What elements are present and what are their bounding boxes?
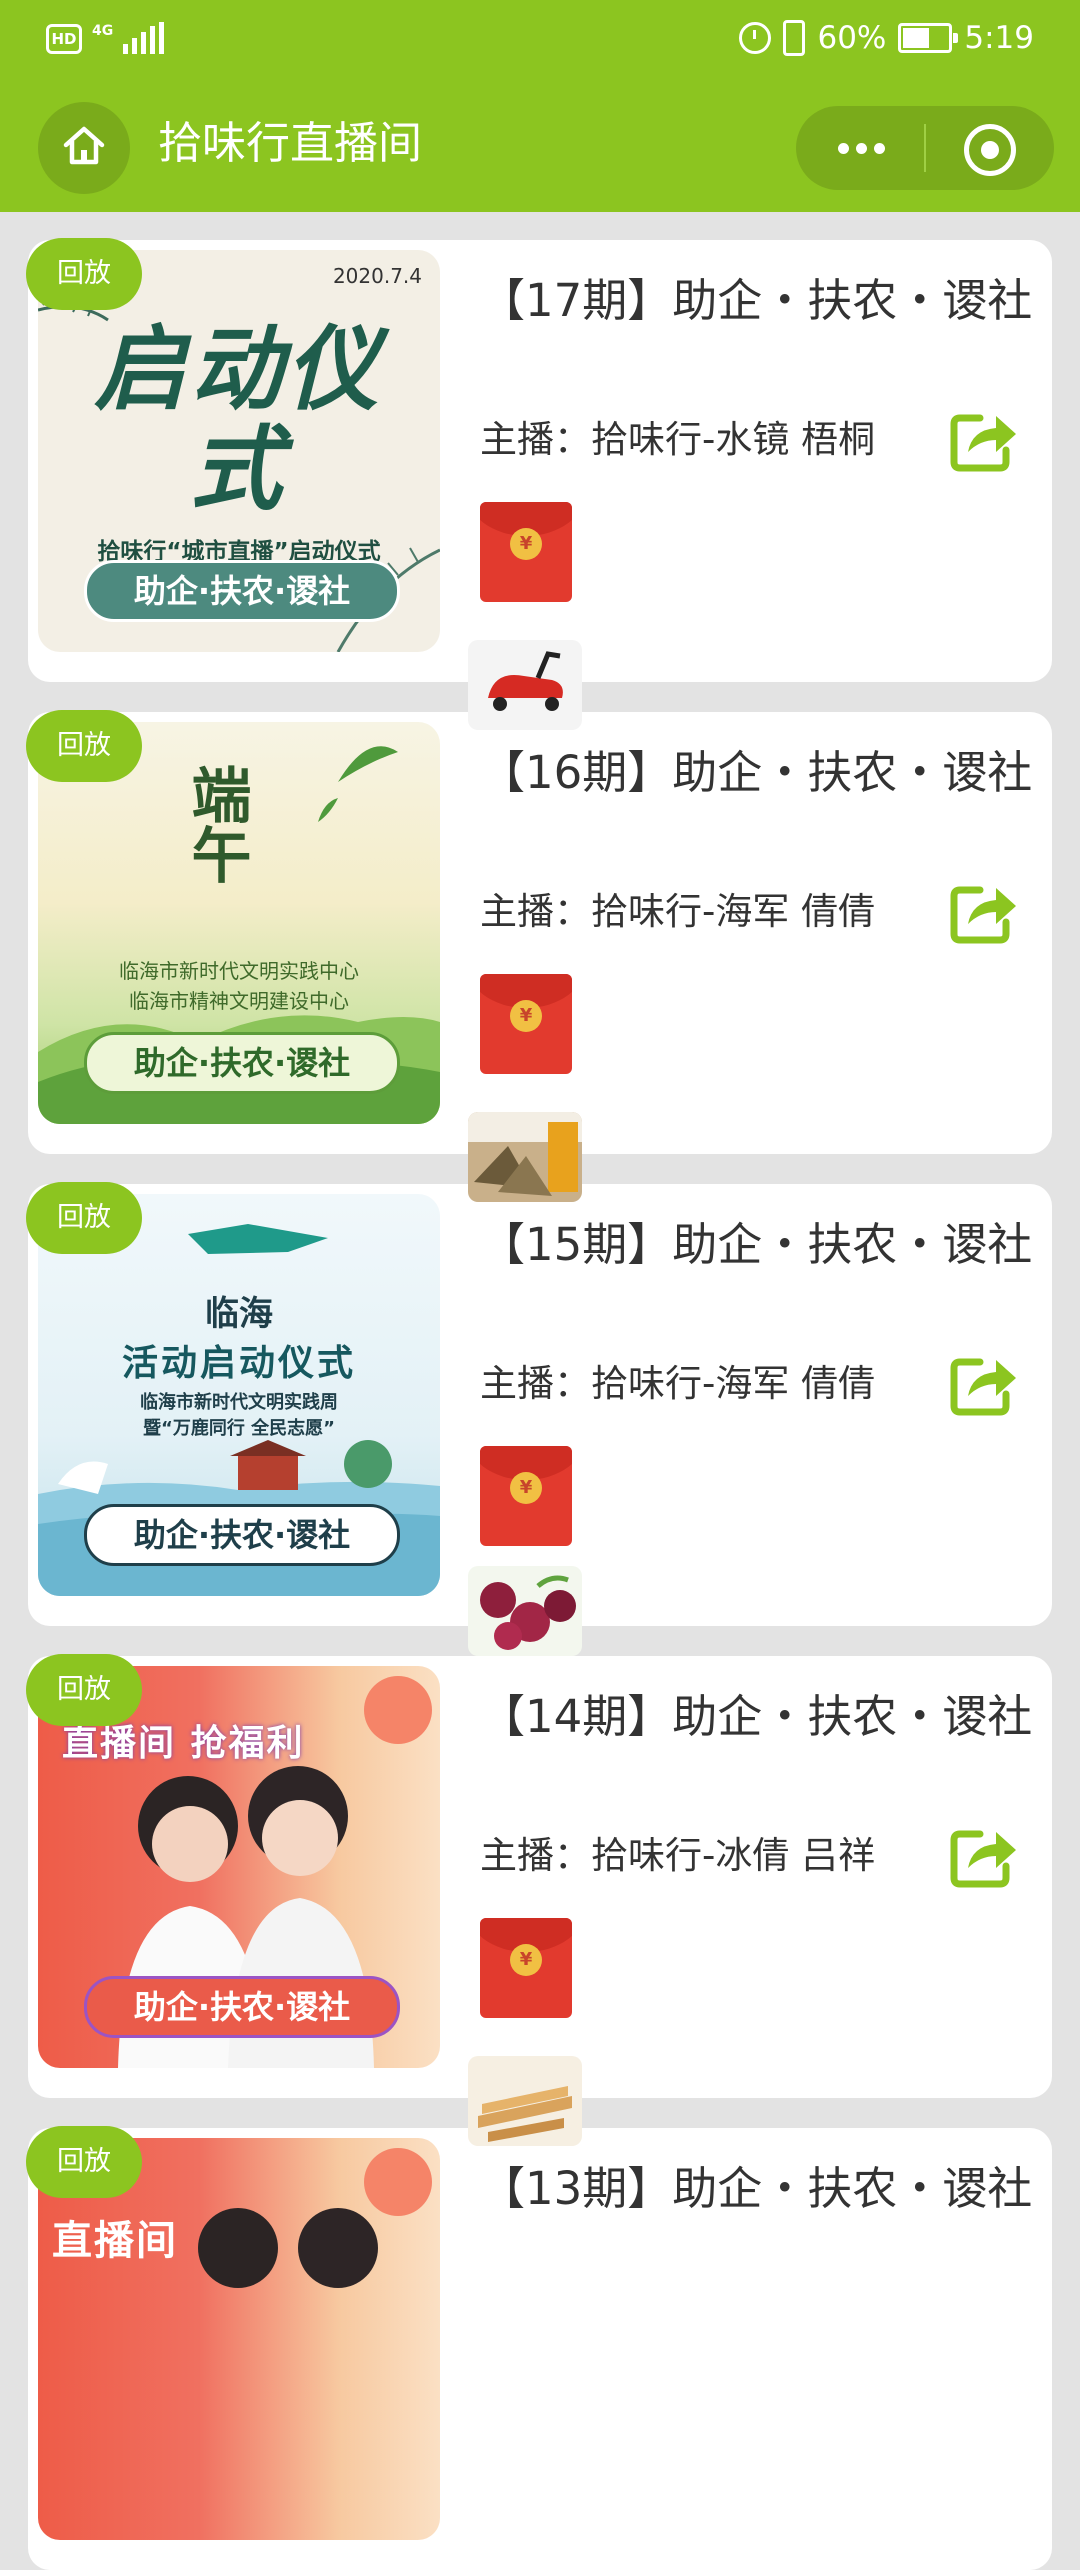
status-right: 60% 5:19 xyxy=(739,20,1034,56)
list-item[interactable]: 端午 临海市新时代文明实践中心 临海市精神文明建设中心 助企·扶农·谡社 回放 … xyxy=(26,710,1052,1154)
issue-title: 【17期】助企・扶农・谡社 xyxy=(480,274,1033,327)
poster-text: 临海市新时代文明实践周 暨“万鹿同行 全民志愿” xyxy=(38,1390,440,1442)
replay-badge: 回放 xyxy=(26,1654,142,1726)
poster-text: 临海市新时代文明实践中心 临海市精神文明建设中心 xyxy=(38,956,440,1016)
list-item[interactable]: 临海 活动启动仪式 临海市新时代文明实践周 暨“万鹿同行 全民志愿” 助企·扶农… xyxy=(26,1182,1052,1626)
replay-badge: 回放 xyxy=(26,238,142,310)
toy-car-image xyxy=(488,651,563,711)
alarm-icon xyxy=(739,22,772,54)
poster-headline: 端午 xyxy=(181,764,251,884)
zongzi-product[interactable] xyxy=(468,1112,582,1202)
page-title: 拾味行直播间 xyxy=(158,118,422,169)
share-icon[interactable] xyxy=(950,1824,1020,1888)
poster-image[interactable]: 2020.7.4 启动仪式 拾味行“城市直播”启动仪式 助企·扶农·谡社 xyxy=(38,250,440,652)
poster-date: 2020.7.4 xyxy=(332,264,422,288)
capsule-divider xyxy=(924,124,926,172)
poster-banner: 助企·扶农·谡社 xyxy=(84,560,400,622)
status-left: HD 4G xyxy=(46,22,165,54)
issue-title: 【16期】助企・扶农・谡社 xyxy=(480,746,1033,799)
host-label: 主播：拾味行-冰倩 吕祥 xyxy=(480,1834,876,1877)
poster-banner: 助企·扶农·谡社 xyxy=(84,1976,400,2038)
more-button[interactable] xyxy=(796,106,924,190)
poster-banner: 助企·扶农·谡社 xyxy=(84,1504,400,1566)
battery-fill xyxy=(903,28,930,48)
poster-image[interactable]: 直播间 xyxy=(38,2138,440,2540)
status-bar: HD 4G 60% 5:19 xyxy=(0,0,1080,86)
snack-image xyxy=(478,2086,572,2142)
bayberry-image xyxy=(480,1575,576,1650)
share-icon[interactable] xyxy=(950,880,1020,944)
issue-title: 【15期】助企・扶农・谡社 xyxy=(480,1218,1033,1271)
list-item[interactable]: 直播间 抢福利 助企·扶农·谡社 回放 【14期】助企・扶农・谡社 主播：拾味行… xyxy=(26,1654,1052,2098)
share-icon[interactable] xyxy=(950,1352,1020,1416)
home-button[interactable] xyxy=(38,102,130,194)
issue-title: 【14期】助企・扶农・谡社 xyxy=(480,1690,1033,1743)
host-label: 主播：拾味行-海军 倩倩 xyxy=(480,1362,876,1405)
close-button[interactable] xyxy=(964,124,1016,176)
bayberry-product[interactable] xyxy=(468,1566,582,1656)
poster-line: 临海市新时代文明实践中心 xyxy=(119,959,359,983)
vibrate-icon xyxy=(783,20,806,56)
red-packet-icon[interactable]: ¥ xyxy=(480,974,572,1074)
battery-icon xyxy=(898,23,959,53)
replay-badge: 回放 xyxy=(26,710,142,782)
issue-title: 【13期】助企・扶农・谡社 xyxy=(480,2162,1033,2215)
hosts-photo xyxy=(198,2148,432,2288)
nav-bar: 拾味行直播间 xyxy=(0,86,1080,212)
red-packet-icon[interactable]: ¥ xyxy=(480,1918,572,2018)
battery-percent: 60% xyxy=(817,20,887,56)
zongzi-image xyxy=(468,1112,582,1196)
poster-city: 临海 xyxy=(205,1294,273,1334)
network-label: 4G xyxy=(92,23,114,39)
poster-banner: 助企·扶农·谡社 xyxy=(84,1032,400,1094)
menu-capsule xyxy=(796,106,1054,190)
red-packet-icon[interactable]: ¥ xyxy=(480,502,572,602)
replay-badge: 回放 xyxy=(26,2126,142,2198)
poster-image[interactable]: 临海 活动启动仪式 临海市新时代文明实践周 暨“万鹿同行 全民志愿” 助企·扶农… xyxy=(38,1194,440,1596)
app-header: HD 4G 60% 5:19 拾味行直播间 xyxy=(0,0,1080,212)
home-icon xyxy=(63,126,105,165)
list-item[interactable]: 直播间 回放 【13期】助企・扶农・谡社 xyxy=(26,2126,1052,2570)
clock: 5:19 xyxy=(964,20,1034,56)
signal-icon xyxy=(123,22,165,54)
poster-image[interactable]: 端午 临海市新时代文明实践中心 临海市精神文明建设中心 助企·扶农·谡社 xyxy=(38,722,440,1124)
red-packet-icon[interactable]: ¥ xyxy=(480,1446,572,1546)
poster-line: 临海市新时代文明实践周 xyxy=(140,1392,338,1413)
poster-headline: 启动仪式 xyxy=(93,316,382,523)
poster-line: 暨“万鹿同行 全民志愿” xyxy=(143,1418,335,1439)
snack-product[interactable] xyxy=(468,2056,582,2146)
poster-line: 临海市精神文明建设中心 xyxy=(129,989,349,1013)
toy-car-product[interactable] xyxy=(468,640,582,730)
host-label: 主播：拾味行-海军 倩倩 xyxy=(480,890,876,933)
share-icon[interactable] xyxy=(950,408,1020,472)
poster-image[interactable]: 直播间 抢福利 助企·扶农·谡社 xyxy=(38,1666,440,2068)
poster-headline: 活动启动仪式 xyxy=(121,1343,356,1384)
host-label: 主播：拾味行-水镜 梧桐 xyxy=(480,418,876,461)
hd-badge: HD xyxy=(46,24,82,54)
poster-headline: 直播间 xyxy=(52,2218,178,2264)
list-item[interactable]: 2020.7.4 启动仪式 拾味行“城市直播”启动仪式 助企·扶农·谡社 回放 … xyxy=(26,238,1052,682)
replay-badge: 回放 xyxy=(26,1182,142,1254)
